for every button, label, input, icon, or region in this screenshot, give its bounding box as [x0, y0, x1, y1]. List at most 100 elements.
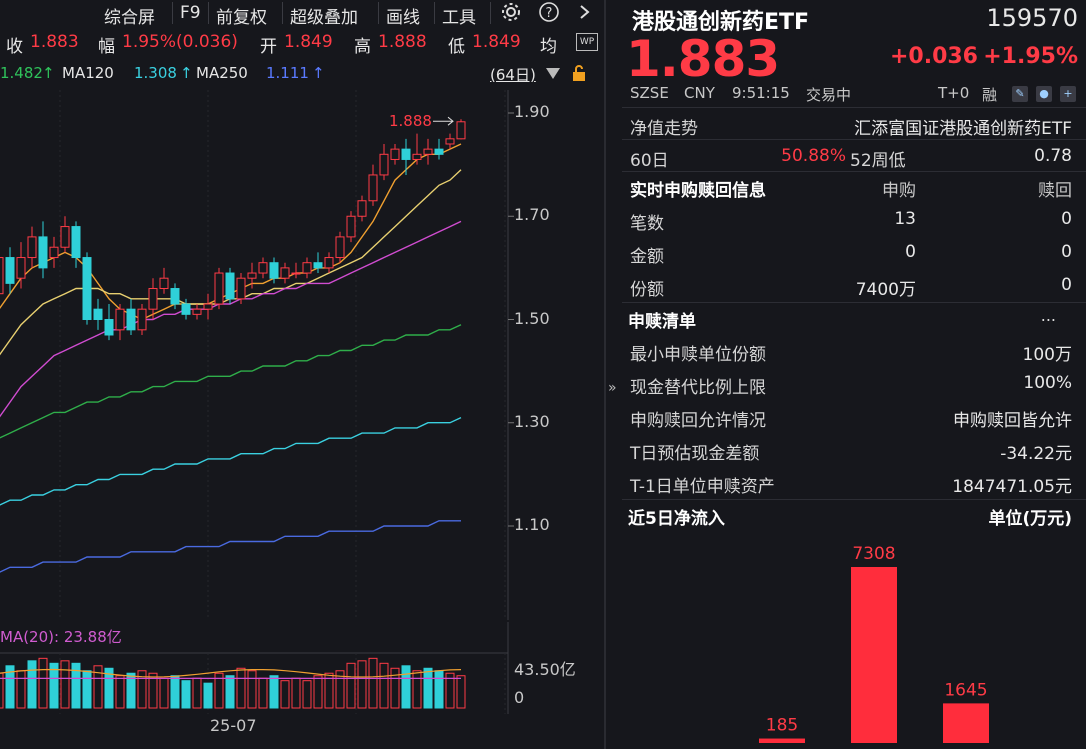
candle-body[interactable]: [83, 258, 91, 320]
volume-bar[interactable]: [369, 658, 377, 708]
toolbar-tools[interactable]: 工具: [442, 3, 476, 28]
candle-body[interactable]: [138, 309, 146, 330]
volume-bar[interactable]: [237, 668, 245, 708]
net-flow-title: 近5日净流入: [628, 504, 725, 529]
candle-body[interactable]: [72, 227, 80, 258]
volume-bar[interactable]: [413, 671, 421, 708]
candle-body[interactable]: [292, 273, 300, 274]
nav-trend-row[interactable]: 净值走势 汇添富国证港股通创新药ETF: [622, 108, 1086, 140]
volume-bar[interactable]: [193, 678, 201, 708]
candle-body[interactable]: [358, 201, 366, 216]
candle-body[interactable]: [270, 263, 278, 278]
candle-body[interactable]: [105, 320, 113, 335]
exchange: SZSE: [630, 84, 669, 102]
volume-bar[interactable]: [270, 676, 278, 708]
candle-body[interactable]: [435, 149, 443, 154]
candle-body[interactable]: [446, 139, 454, 144]
volume-bar[interactable]: [248, 671, 256, 708]
candle-body[interactable]: [116, 309, 124, 330]
svg-text:?: ?: [546, 6, 553, 21]
volume-bar[interactable]: [28, 661, 36, 708]
volume-bar[interactable]: [182, 681, 190, 708]
candle-body[interactable]: [336, 237, 344, 258]
candle-body[interactable]: [50, 247, 58, 257]
volume-bar[interactable]: [358, 661, 366, 708]
candle-body[interactable]: [6, 258, 14, 284]
candle-body[interactable]: [160, 278, 168, 288]
candle-body[interactable]: [94, 309, 102, 319]
volume-bar[interactable]: [83, 671, 91, 708]
toolbar-composite[interactable]: 综合屏: [104, 3, 155, 28]
candle-body[interactable]: [61, 227, 69, 248]
volume-bar[interactable]: [281, 681, 289, 708]
volume-bar[interactable]: [171, 676, 179, 708]
volume-bar[interactable]: [61, 661, 69, 708]
candle-body[interactable]: [380, 154, 388, 175]
candle-body[interactable]: [171, 289, 179, 304]
candle-body[interactable]: [215, 273, 223, 304]
toolbar-f9[interactable]: F9: [180, 3, 201, 23]
volume-bar[interactable]: [391, 668, 399, 708]
candle-body[interactable]: [402, 149, 410, 159]
question-icon[interactable]: ?: [538, 1, 560, 28]
candle-body[interactable]: [424, 149, 432, 154]
candle-body[interactable]: [204, 304, 212, 309]
chevron-right-icon[interactable]: [578, 1, 592, 28]
candle-body[interactable]: [226, 273, 234, 299]
volume-bar[interactable]: [226, 676, 234, 708]
volume-bar[interactable]: [292, 678, 300, 708]
candle-body[interactable]: [314, 263, 322, 268]
candle-body[interactable]: [39, 237, 47, 268]
lock-icon[interactable]: [570, 64, 588, 86]
candle-body[interactable]: [17, 258, 25, 279]
toolbar-overlay[interactable]: 超级叠加: [290, 3, 358, 28]
dropdown-triangle-icon[interactable]: [545, 66, 561, 84]
edit-icon[interactable]: ✎: [1012, 86, 1028, 102]
wp-icon[interactable]: WP: [576, 33, 598, 51]
volume-bar[interactable]: [424, 668, 432, 708]
candle-body[interactable]: [149, 289, 157, 310]
volume-bar[interactable]: [160, 678, 168, 708]
add-icon[interactable]: +: [1060, 86, 1076, 102]
volume-bar[interactable]: [314, 676, 322, 708]
candle-body[interactable]: [248, 273, 256, 278]
volume-bar[interactable]: [457, 676, 465, 708]
volume-bar[interactable]: [402, 666, 410, 708]
price-chart[interactable]: 1.888: [0, 90, 604, 620]
toolbar-draw[interactable]: 画线: [386, 3, 420, 28]
bell-icon[interactable]: ●: [1036, 86, 1052, 102]
volume-bar[interactable]: [303, 681, 311, 708]
volume-bar[interactable]: [17, 671, 25, 708]
collapse-panel-icon[interactable]: »: [608, 380, 617, 396]
divider: [622, 302, 1086, 303]
candle-body[interactable]: [391, 149, 399, 159]
ma-line-ma120: [0, 418, 461, 506]
more-button[interactable]: ...: [1041, 306, 1056, 325]
candle-body[interactable]: [0, 258, 3, 294]
volume-bar[interactable]: [116, 676, 124, 708]
volume-bar[interactable]: [204, 683, 212, 708]
candle-body[interactable]: [413, 154, 421, 159]
kline-panel[interactable]: 综合屏 F9 前复权 超级叠加 画线 工具 ? 收 1.883 幅 1.95%(…: [0, 0, 604, 749]
candle-body[interactable]: [193, 309, 201, 314]
period-selector[interactable]: (64日): [490, 64, 536, 85]
price-axis-label: 1.30: [514, 412, 550, 431]
candle-body[interactable]: [259, 263, 267, 273]
candle-body[interactable]: [369, 175, 377, 201]
candle-body[interactable]: [303, 263, 311, 273]
volume-bar[interactable]: [380, 663, 388, 708]
candle-body[interactable]: [347, 216, 355, 237]
volume-bar[interactable]: [259, 678, 267, 708]
candle-body[interactable]: [28, 237, 36, 258]
candle-body[interactable]: [237, 278, 245, 299]
candle-body[interactable]: [325, 258, 333, 268]
volume-bar[interactable]: [39, 658, 47, 708]
candle-body[interactable]: [182, 304, 190, 314]
candle-body[interactable]: [457, 122, 465, 139]
candle-body[interactable]: [281, 268, 289, 278]
candle-body[interactable]: [127, 309, 135, 330]
volume-bar[interactable]: [435, 671, 443, 708]
gear-icon[interactable]: [500, 1, 522, 28]
toolbar-forward-adjust[interactable]: 前复权: [216, 3, 267, 28]
volume-bar[interactable]: [347, 663, 355, 708]
